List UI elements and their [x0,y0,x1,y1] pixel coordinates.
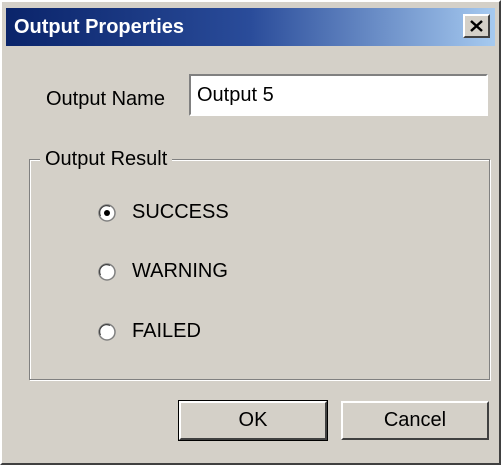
radio-unselected-icon[interactable] [98,323,116,341]
radio-failed-label: FAILED [132,320,201,342]
close-button[interactable] [463,14,490,38]
output-name-input[interactable] [189,74,488,116]
cancel-button[interactable]: Cancel [341,401,489,440]
output-properties-dialog: Output Properties Output Name Output Res… [0,0,501,465]
close-icon [470,20,483,32]
radio-success-label: SUCCESS [132,201,229,223]
output-result-legend: Output Result [40,147,173,171]
ok-button[interactable]: OK [178,400,328,441]
output-name-label: Output Name [46,88,165,110]
radio-unselected-icon[interactable] [98,263,116,281]
title-bar[interactable]: Output Properties [6,8,495,46]
radio-selected-icon[interactable] [98,204,116,222]
radio-warning-label: WARNING [132,260,228,282]
window-title: Output Properties [14,16,185,38]
